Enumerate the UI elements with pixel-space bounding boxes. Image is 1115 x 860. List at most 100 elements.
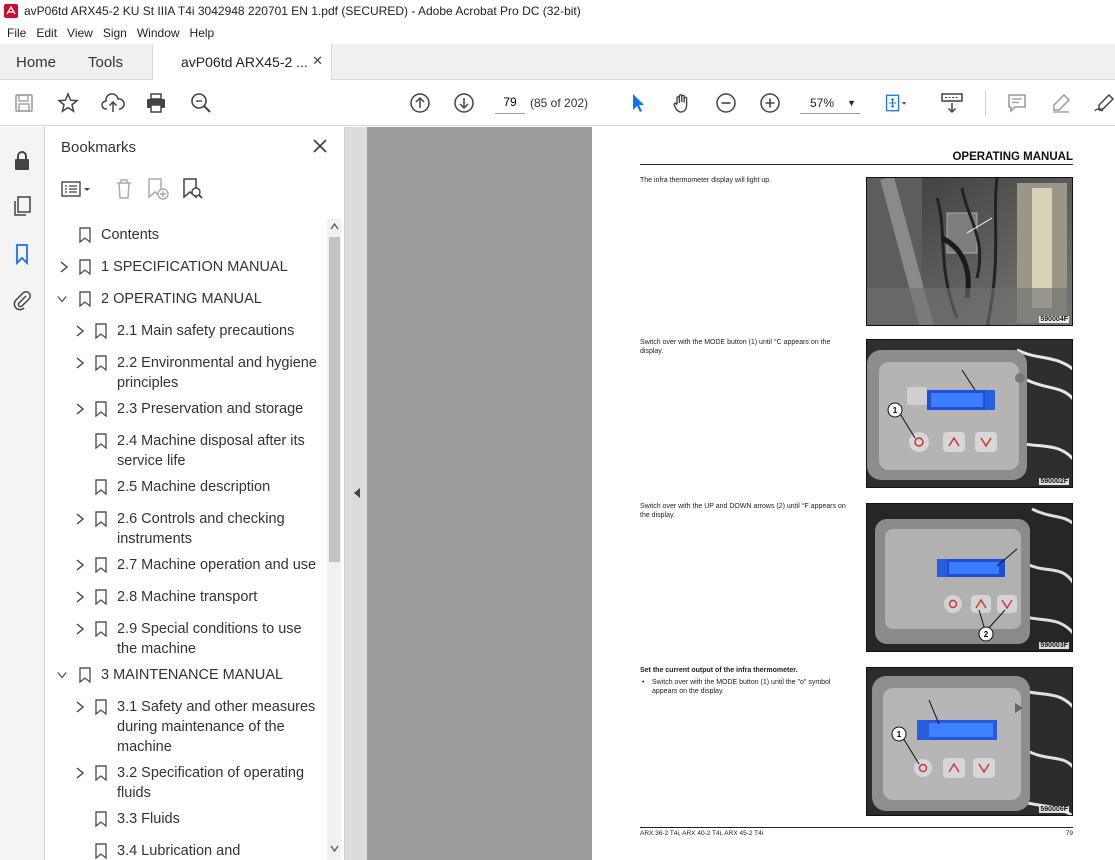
doc-bullet-text: Switch over with the MODE button (1) unt… <box>652 679 831 695</box>
bookmark-item-controls[interactable]: 2.6 Controls and checking <box>117 509 285 529</box>
bookmark-item-environmental-line2[interactable]: principles <box>117 373 178 393</box>
chevron-right-icon[interactable] <box>75 701 85 713</box>
chevron-right-icon[interactable] <box>75 325 85 337</box>
page-thumbnails-icon[interactable] <box>11 195 33 217</box>
menu-view[interactable]: View <box>62 26 98 40</box>
bookmark-item-preservation[interactable]: 2.3 Preservation and storage <box>117 399 303 419</box>
zoom-out-icon[interactable] <box>714 91 738 115</box>
bookmark-item-contents[interactable]: Contents <box>101 225 159 245</box>
chevron-right-icon[interactable] <box>75 623 85 635</box>
scroll-mode-icon[interactable] <box>940 91 964 115</box>
close-tab-icon[interactable]: ✕ <box>312 53 323 69</box>
previous-page-icon[interactable] <box>408 91 432 115</box>
zoom-in-icon[interactable] <box>758 91 782 115</box>
bookmark-item-fluids[interactable]: 3.3 Fluids <box>117 809 180 829</box>
pdf-page: OPERATING MANUAL The infra thermometer d… <box>592 127 1115 860</box>
collapse-panel-icon[interactable] <box>354 488 360 498</box>
window-title: avP06td ARX45-2 KU St IIIA T4i 3042948 2… <box>24 4 581 18</box>
bookmark-item-disposal[interactable]: 2.4 Machine disposal after its <box>117 431 305 451</box>
menu-file[interactable]: File <box>2 26 31 40</box>
bookmark-item-lubrication[interactable]: 3.4 Lubrication and <box>117 841 240 860</box>
scroll-up-icon[interactable] <box>330 223 339 230</box>
options-menu-icon[interactable] <box>61 179 95 201</box>
bookmark-icon <box>79 259 91 275</box>
bookmark-icon <box>79 291 91 307</box>
close-panel-icon[interactable] <box>311 137 329 155</box>
bookmark-icon <box>95 621 107 637</box>
bookmark-item-operating-fluids[interactable]: 3.2 Specification of operating <box>117 763 304 783</box>
bookmark-item-safety-measures[interactable]: 3.1 Safety and other measures <box>117 697 315 717</box>
photo-code: 590004F <box>1039 316 1069 323</box>
tab-home[interactable]: Home <box>16 54 56 71</box>
bookmark-icon <box>95 355 107 371</box>
chevron-right-icon[interactable] <box>75 513 85 525</box>
bookmark-item-safety-precautions[interactable]: 2.1 Main safety precautions <box>117 321 294 341</box>
chevron-right-icon[interactable] <box>75 403 85 415</box>
find-zoom-icon[interactable] <box>189 91 213 115</box>
acrobat-app-icon <box>4 4 18 18</box>
bookmark-item-maintenance-manual[interactable]: 3 MAINTENANCE MANUAL <box>101 665 283 685</box>
chevron-down-icon[interactable] <box>57 669 67 681</box>
photo-code: 590003F <box>1039 642 1069 649</box>
menu-help[interactable]: Help <box>185 26 220 40</box>
bookmark-list: Contents 1 SPECIFICATION MANUAL 2 OPERAT… <box>45 219 328 860</box>
doc-footer: ARX 36-2 T4i, ARX 40-2 T4i, ARX 45-2 T4i… <box>640 827 1073 837</box>
scroll-down-icon[interactable] <box>330 845 339 852</box>
bookmark-panel-icon[interactable] <box>11 243 33 265</box>
lock-icon[interactable] <box>11 149 33 171</box>
bookmark-item-special-conditions-line2[interactable]: the machine <box>117 639 196 659</box>
bookmark-item-special-conditions[interactable]: 2.9 Special conditions to use <box>117 619 302 639</box>
bookmark-item-transport[interactable]: 2.8 Machine transport <box>117 587 257 607</box>
hand-tool-icon[interactable] <box>670 91 694 115</box>
doc-bullet: • Switch over with the MODE button (1) u… <box>640 679 850 696</box>
page-count: (85 of 202) <box>530 96 589 110</box>
bookmark-item-operation[interactable]: 2.7 Machine operation and use <box>117 555 316 575</box>
find-bookmark-icon[interactable] <box>181 177 205 201</box>
bookmark-item-safety-measures-line2[interactable]: during maintenance of the <box>117 717 285 737</box>
tab-document[interactable]: avP06td ARX45-2 ... ✕ <box>152 44 332 81</box>
photo-code: 590002F <box>1039 478 1069 485</box>
bookmark-item-operating-manual[interactable]: 2 OPERATING MANUAL <box>101 289 262 309</box>
bookmark-item-controls-line2[interactable]: instruments <box>117 529 192 549</box>
bookmark-item-disposal-line2[interactable]: service life <box>117 451 186 471</box>
chevron-down-icon[interactable] <box>57 293 67 305</box>
new-bookmark-icon[interactable] <box>145 177 171 201</box>
menu-window[interactable]: Window <box>132 26 185 40</box>
zoom-level-select[interactable]: 57% ▼ <box>800 90 860 114</box>
menu-sign[interactable]: Sign <box>98 26 132 40</box>
chevron-right-icon[interactable] <box>75 559 85 571</box>
bookmark-item-machine-description[interactable]: 2.5 Machine description <box>117 477 270 497</box>
bookmark-icon <box>95 699 107 715</box>
bookmark-item-environmental[interactable]: 2.2 Environmental and hygiene <box>117 353 317 373</box>
upload-cloud-icon[interactable] <box>101 91 125 115</box>
select-cursor-icon[interactable] <box>626 91 650 115</box>
page-number-input[interactable] <box>495 90 525 114</box>
next-page-icon[interactable] <box>452 91 476 115</box>
menu-edit[interactable]: Edit <box>31 26 62 40</box>
chevron-right-icon[interactable] <box>59 261 69 273</box>
main-toolbar: (85 of 202) 57% ▼ <box>0 80 1115 126</box>
save-icon[interactable] <box>12 91 36 115</box>
navigation-rail <box>0 127 45 860</box>
zoom-level-value: 57% <box>810 96 835 110</box>
doc-page-number: 79 <box>1065 830 1073 837</box>
bookmark-item-safety-measures-line3[interactable]: machine <box>117 737 172 757</box>
bookmark-scroll-thumb[interactable] <box>329 237 340 562</box>
comment-icon[interactable] <box>1005 91 1029 115</box>
fit-page-icon[interactable] <box>884 91 908 115</box>
chevron-right-icon[interactable] <box>75 357 85 369</box>
tab-document-label: avP06td ARX45-2 ... <box>181 54 308 70</box>
attachment-icon[interactable] <box>11 289 33 311</box>
tab-tools[interactable]: Tools <box>88 54 123 71</box>
bookmark-item-operating-fluids-line2[interactable]: fluids <box>117 783 151 803</box>
bookmark-item-specification-manual[interactable]: 1 SPECIFICATION MANUAL <box>101 257 288 277</box>
sign-icon[interactable] <box>1092 91 1115 115</box>
chevron-down-icon: ▼ <box>847 98 856 108</box>
chevron-right-icon[interactable] <box>75 591 85 603</box>
star-icon[interactable] <box>56 91 80 115</box>
photo-mode-button-celsius: 1 590002F <box>866 339 1073 488</box>
highlight-pen-icon[interactable] <box>1049 91 1073 115</box>
chevron-right-icon[interactable] <box>75 767 85 779</box>
delete-bookmark-icon[interactable] <box>113 177 135 201</box>
print-icon[interactable] <box>144 91 168 115</box>
